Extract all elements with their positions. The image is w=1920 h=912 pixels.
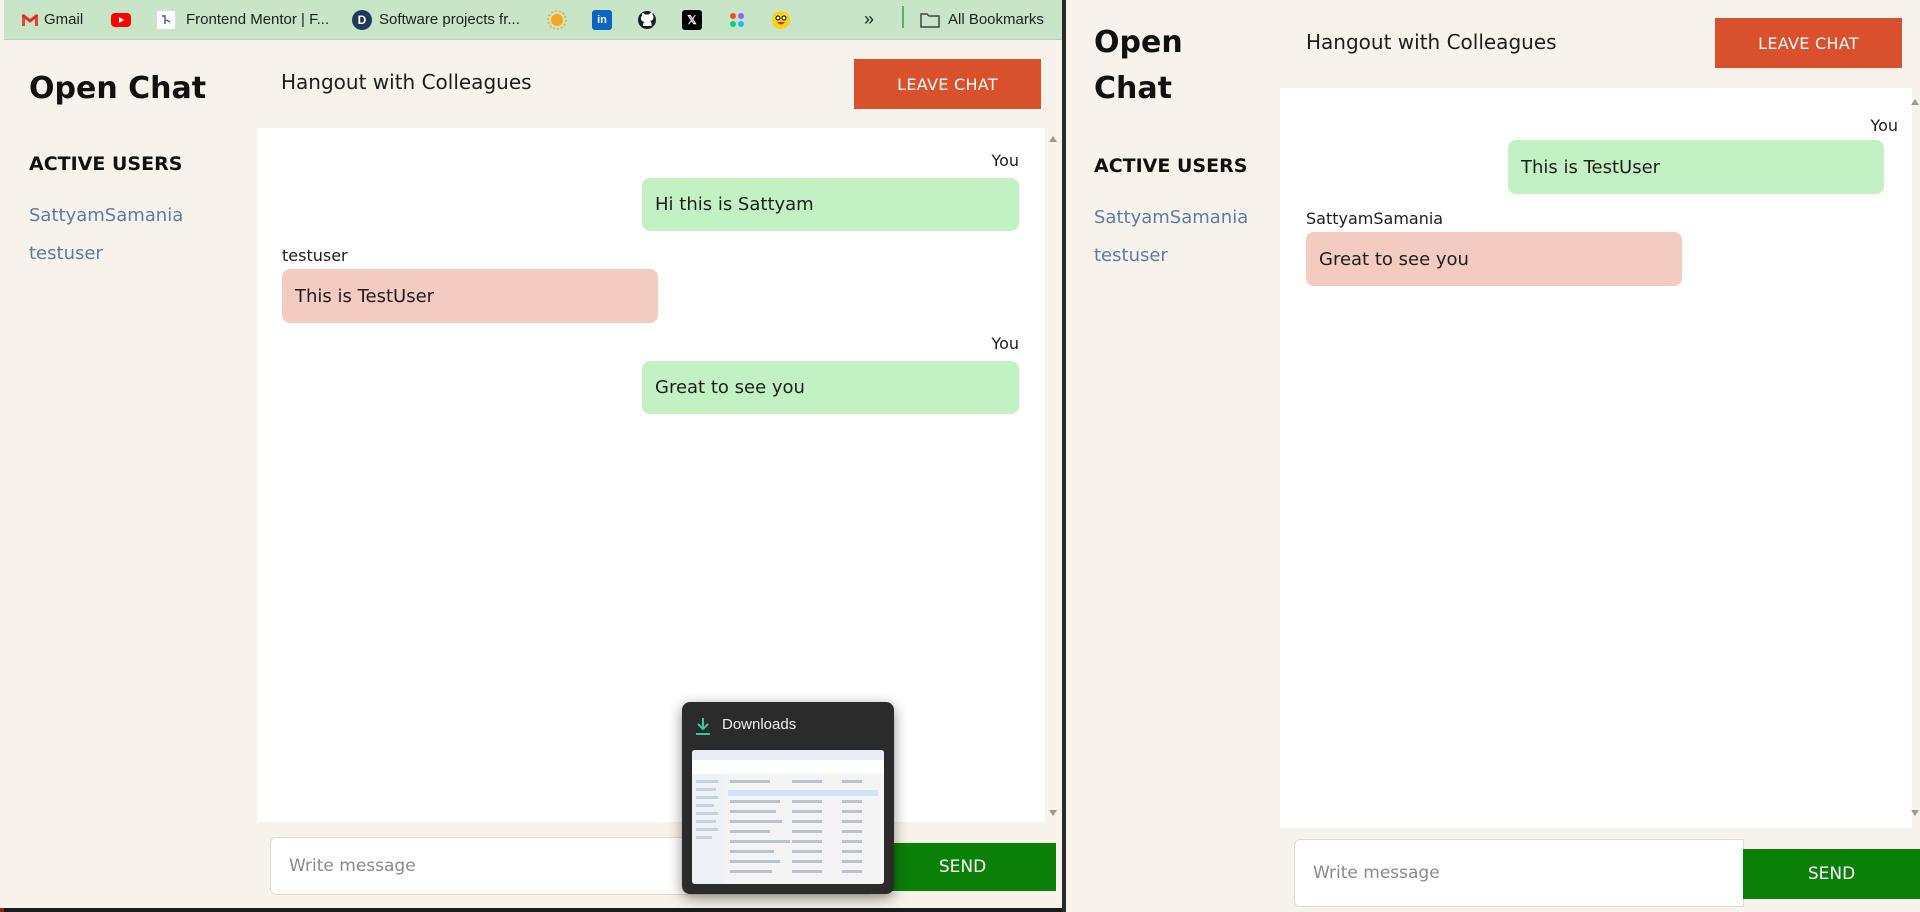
linkedin-icon: in xyxy=(592,9,612,30)
bookmark-linkedin[interactable]: in xyxy=(592,0,612,40)
bookmark-figma[interactable] xyxy=(727,0,747,40)
bookmark-frontend-mentor[interactable]: Frontend Mentor | F... xyxy=(156,0,329,40)
message-author: You xyxy=(991,334,1019,353)
bookmark-emoji[interactable] xyxy=(771,0,791,40)
active-user-testuser[interactable]: testuser xyxy=(1094,245,1168,266)
all-bookmarks-button[interactable]: All Bookmarks xyxy=(920,0,1044,40)
chat-header: Hangout with Colleagues LEAVE CHAT xyxy=(1280,0,1920,88)
message-author: testuser xyxy=(282,246,348,265)
emoji-icon xyxy=(771,10,791,30)
bookmark-youtube[interactable] xyxy=(111,0,131,40)
bookmark-github[interactable] xyxy=(637,0,657,40)
scroll-down-arrow[interactable] xyxy=(1049,810,1057,816)
right-chat-app: Open Chat ACTIVE USERS SattyamSamania te… xyxy=(1066,0,1920,912)
message-bubble-theirs: Great to see you xyxy=(1306,232,1682,286)
scroll-up-arrow[interactable] xyxy=(1911,99,1919,105)
message-list[interactable]: You This is TestUser SattyamSamania Grea… xyxy=(1280,88,1912,828)
app-brand-line1: Open xyxy=(1094,25,1183,60)
scroll-up-arrow[interactable] xyxy=(1049,136,1057,142)
room-name: Hangout with Colleagues xyxy=(1306,30,1557,54)
downloads-popup[interactable]: Downloads xyxy=(682,702,894,894)
download-icon xyxy=(694,716,712,740)
message-author: You xyxy=(991,151,1019,170)
message-input[interactable] xyxy=(1294,839,1744,907)
left-browser-window: Gmail Frontend Mentor | F... D Software … xyxy=(0,0,1062,908)
active-users-title: ACTIVE USERS xyxy=(29,153,183,175)
bookmark-software-projects[interactable]: D Software projects fr... xyxy=(352,0,520,40)
leave-chat-button[interactable]: LEAVE CHAT xyxy=(1715,18,1902,68)
app-brand: Open Chat xyxy=(29,71,207,106)
scroll-down-arrow[interactable] xyxy=(1911,810,1919,816)
message-bubble-theirs: This is TestUser xyxy=(282,269,658,323)
bookmarks-bar: Gmail Frontend Mentor | F... D Software … xyxy=(4,0,1062,40)
github-icon xyxy=(637,10,657,30)
active-user-sattyamsamania[interactable]: SattyamSamania xyxy=(29,205,183,226)
active-users-title: ACTIVE USERS xyxy=(1094,155,1248,177)
gmail-icon xyxy=(20,10,40,30)
devprojects-icon: D xyxy=(352,9,372,30)
send-button[interactable]: SEND xyxy=(869,843,1056,891)
message-bubble-mine: Great to see you xyxy=(642,361,1019,414)
bookmark-x[interactable]: 𝕏 xyxy=(682,0,702,40)
downloads-title: Downloads xyxy=(722,716,797,733)
bookmark-sun[interactable] xyxy=(547,0,567,40)
bookmark-gmail[interactable]: Gmail xyxy=(20,0,83,40)
figma-icon xyxy=(727,10,747,30)
youtube-icon xyxy=(111,10,131,30)
message-bubble-mine: This is TestUser xyxy=(1508,140,1884,194)
bookmarks-overflow-button[interactable]: » xyxy=(864,0,874,40)
bookmarks-separator xyxy=(902,6,904,28)
x-icon: 𝕏 xyxy=(682,9,702,30)
left-chat-app: Open Chat ACTIVE USERS SattyamSamania te… xyxy=(4,40,1062,908)
sidebar: Open Chat ACTIVE USERS SattyamSamania te… xyxy=(4,40,257,908)
message-composer: SEND xyxy=(257,822,1062,908)
leave-chat-button[interactable]: LEAVE CHAT xyxy=(854,59,1041,109)
sidebar: Open Chat ACTIVE USERS SattyamSamania te… xyxy=(1066,0,1280,912)
message-composer: SEND xyxy=(1280,828,1920,912)
app-brand-line2: Chat xyxy=(1094,71,1172,106)
message-author: You xyxy=(1870,116,1898,135)
message-list[interactable]: You Hi this is Sattyam testuser This is … xyxy=(257,128,1045,862)
frontend-mentor-icon xyxy=(156,9,176,30)
active-user-testuser[interactable]: testuser xyxy=(29,243,103,264)
message-bubble-mine: Hi this is Sattyam xyxy=(642,178,1019,231)
downloads-thumbnail xyxy=(692,750,884,884)
message-author: SattyamSamania xyxy=(1306,209,1444,228)
active-user-sattyamsamania[interactable]: SattyamSamania xyxy=(1094,207,1248,228)
chat-header: Hangout with Colleagues LEAVE CHAT xyxy=(257,40,1062,128)
sun-icon xyxy=(547,9,567,30)
folder-icon xyxy=(920,10,940,30)
room-name: Hangout with Colleagues xyxy=(281,70,532,94)
send-button[interactable]: SEND xyxy=(1743,849,1920,899)
